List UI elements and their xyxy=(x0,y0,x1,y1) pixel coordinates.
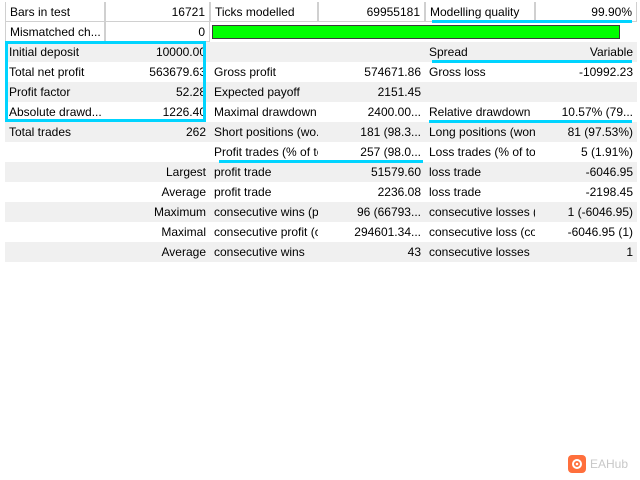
label-total-trades: Total trades xyxy=(9,125,72,139)
value-expected-payoff: 2151.45 xyxy=(377,85,421,99)
label-maximum: Maximum xyxy=(153,205,206,219)
label-ticks-modelled: Ticks modelled xyxy=(210,2,318,22)
report-row: Maximum consecutive wins (pr... 96 (6679… xyxy=(5,202,637,222)
label-average-consecutive-wins: consecutive wins xyxy=(214,245,305,259)
label-average: Average xyxy=(161,185,206,199)
eahub-logo-icon xyxy=(568,455,586,473)
label-mismatched-charts: Mismatched ch... xyxy=(5,22,105,42)
empty-cell xyxy=(5,222,105,242)
value-average-loss-trade: -2198.45 xyxy=(585,185,633,199)
label-largest-profit-trade: profit trade xyxy=(214,165,272,179)
value-modelling-quality: 99.90% xyxy=(535,2,637,22)
watermark-text: EAHub xyxy=(590,457,629,471)
value-max-consecutive-wins: 96 (66793... xyxy=(356,205,421,219)
empty-cell xyxy=(210,42,318,62)
value-relative-drawdown: 10.57% (79... xyxy=(561,105,633,119)
label-maximal-drawdown: Maximal drawdown xyxy=(214,105,317,119)
empty-cell xyxy=(425,82,535,102)
value-average-profit-trade: 2236.08 xyxy=(377,185,421,199)
label-largest: Largest xyxy=(165,165,206,179)
label-average-profit-trade: profit trade xyxy=(214,185,272,199)
value-spread: Variable xyxy=(589,45,633,59)
modelling-quality-bar xyxy=(210,22,622,42)
label-largest-loss-trade: loss trade xyxy=(429,165,482,179)
label-profit-trades: Profit trades (% of to... xyxy=(214,145,318,159)
empty-cell xyxy=(5,202,105,222)
report-row: Total trades 262 Short positions (wo... … xyxy=(5,122,637,142)
value-maximal-consecutive-loss: -6046.95 (1) xyxy=(567,225,633,239)
label-bars-in-test: Bars in test xyxy=(5,2,105,22)
eahub-watermark: EAHub xyxy=(568,455,628,473)
report-row: Profit trades (% of to... 257 (98.0... L… xyxy=(5,142,637,162)
underline-spread xyxy=(432,60,632,63)
label-short-positions: Short positions (wo... xyxy=(214,125,318,139)
report-row: Bars in test 16721 Ticks modelled 699551… xyxy=(5,2,637,22)
label-spread: Spread xyxy=(429,45,468,59)
value-largest-profit-trade: 51579.60 xyxy=(370,165,421,179)
empty-cell xyxy=(318,42,425,62)
empty-cell xyxy=(5,162,105,182)
value-maximal-consecutive-profit: 294601.34... xyxy=(354,225,421,239)
underline-relative-drawdown xyxy=(429,120,632,123)
label-maximal: Maximal xyxy=(161,225,206,239)
label-average-consecutive-losses: consecutive losses xyxy=(429,245,530,259)
label-average-consecutive: Average xyxy=(161,245,206,259)
label-expected-payoff: Expected payoff xyxy=(214,85,300,99)
report-row: Maximal consecutive profit (c... 294601.… xyxy=(5,222,637,242)
value-maximal-drawdown: 2400.00... xyxy=(367,105,421,119)
underline-profit-trades xyxy=(219,160,423,163)
label-average-loss-trade: loss trade xyxy=(429,185,482,199)
value-bars-in-test: 16721 xyxy=(105,2,210,22)
label-gross-loss: Gross loss xyxy=(429,65,486,79)
value-gross-profit: 574671.86 xyxy=(364,65,421,79)
value-average-consecutive-losses: 1 xyxy=(626,245,633,259)
report-row: Largest profit trade 51579.60 loss trade… xyxy=(5,162,637,182)
value-mismatched-charts: 0 xyxy=(105,22,210,42)
empty-cell xyxy=(5,242,105,262)
value-max-consecutive-losses: 1 (-6046.95) xyxy=(567,205,633,219)
value-largest-loss-trade: -6046.95 xyxy=(585,165,633,179)
label-gross-profit: Gross profit xyxy=(214,65,277,79)
value-gross-loss: -10992.23 xyxy=(578,65,633,79)
label-modelling-quality: Modelling quality xyxy=(425,2,535,22)
label-max-consecutive-wins: consecutive wins (pr... xyxy=(214,205,318,219)
report-row: Average consecutive wins 43 consecutive … xyxy=(5,242,637,262)
value-loss-trades: 5 (1.91%) xyxy=(580,145,633,159)
empty-cell xyxy=(5,142,105,162)
modelling-quality-bar-fill xyxy=(212,25,620,39)
report-row: Mismatched ch... 0 xyxy=(5,22,637,42)
value-total-trades: 262 xyxy=(185,125,206,139)
label-maximal-consecutive-profit: consecutive profit (c... xyxy=(214,225,318,239)
value-long-positions: 81 (97.53%) xyxy=(567,125,633,139)
empty-cell xyxy=(105,142,210,162)
value-ticks-modelled: 69955181 xyxy=(318,2,425,22)
value-average-consecutive-wins: 43 xyxy=(407,245,421,259)
label-maximal-consecutive-loss: consecutive loss (co... xyxy=(429,225,535,239)
empty-cell xyxy=(535,82,637,102)
report-row: Average profit trade 2236.08 loss trade … xyxy=(5,182,637,202)
value-short-positions: 181 (98.3... xyxy=(360,125,421,139)
value-profit-trades: 257 (98.0... xyxy=(360,145,421,159)
label-loss-trades: Loss trades (% of tot... xyxy=(429,145,535,159)
empty-cell xyxy=(5,182,105,202)
label-relative-drawdown: Relative drawdown xyxy=(429,105,531,119)
label-max-consecutive-losses: consecutive losses (l... xyxy=(429,205,535,219)
highlight-box-deposit-profit xyxy=(5,41,206,122)
underline-modelling-quality xyxy=(432,20,632,23)
label-long-positions: Long positions (won... xyxy=(429,125,535,139)
